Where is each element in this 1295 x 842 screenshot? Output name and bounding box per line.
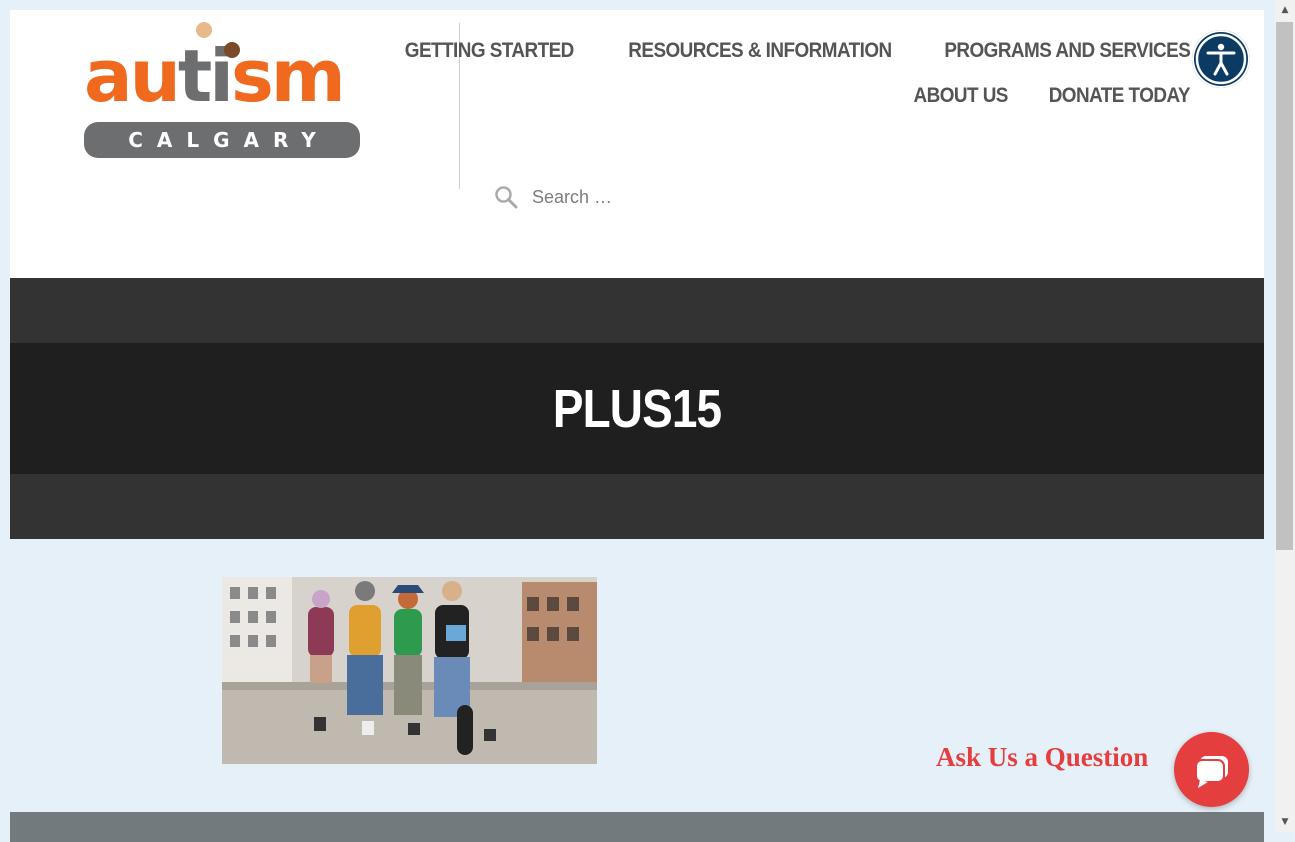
search-input[interactable] (530, 185, 834, 209)
logo-subtitle: CALGARY (84, 122, 360, 158)
accessibility-person-icon (1195, 33, 1247, 85)
nav-row-1: GETTING STARTED RESOURCES & INFORMATION … (405, 28, 1190, 73)
nav-donate-today[interactable]: DONATE TODAY (1049, 84, 1191, 108)
footer-strip (10, 812, 1264, 842)
search-icon[interactable] (494, 185, 518, 209)
main-navigation: GETTING STARTED RESOURCES & INFORMATION … (405, 28, 1191, 118)
chat-bubble-icon (1195, 756, 1228, 788)
search-box (494, 182, 834, 212)
site-header: autism CALGARY GETTING STARTED RESOURCES… (10, 10, 1264, 278)
nav-resources-information[interactable]: RESOURCES & INFORMATION (628, 39, 892, 63)
title-banner: PLUS15 (10, 343, 1264, 474)
chat-button[interactable] (1174, 732, 1249, 807)
autism-calgary-logo[interactable]: autism CALGARY (84, 22, 360, 160)
scrollbar-thumb[interactable] (1276, 22, 1293, 550)
title-banner-top (10, 278, 1264, 343)
nav-getting-started[interactable]: GETTING STARTED (405, 39, 575, 63)
page-title: PLUS15 (552, 378, 722, 439)
nav-about-us[interactable]: ABOUT US (914, 84, 1009, 108)
logo-dot-brown (224, 42, 240, 58)
title-banner-bottom (10, 474, 1264, 539)
scroll-down-arrow-icon[interactable]: ▼ (1275, 812, 1295, 832)
nav-row-2: ABOUT US DONATE TODAY (470, 73, 1191, 118)
scroll-up-arrow-icon[interactable]: ▲ (1275, 0, 1295, 20)
nav-programs-services[interactable]: PROGRAMS AND SERVICES (944, 39, 1190, 63)
logo-dot-tan (196, 22, 212, 38)
logo-wordmark: autism (84, 34, 346, 118)
group-of-young-people-photo (222, 577, 597, 764)
vertical-scrollbar[interactable]: ▲ ▼ (1275, 0, 1295, 832)
accessibility-button[interactable] (1192, 30, 1250, 88)
page: autism CALGARY GETTING STARTED RESOURCES… (10, 10, 1264, 842)
ask-question-label[interactable]: Ask Us a Question (936, 742, 1148, 773)
